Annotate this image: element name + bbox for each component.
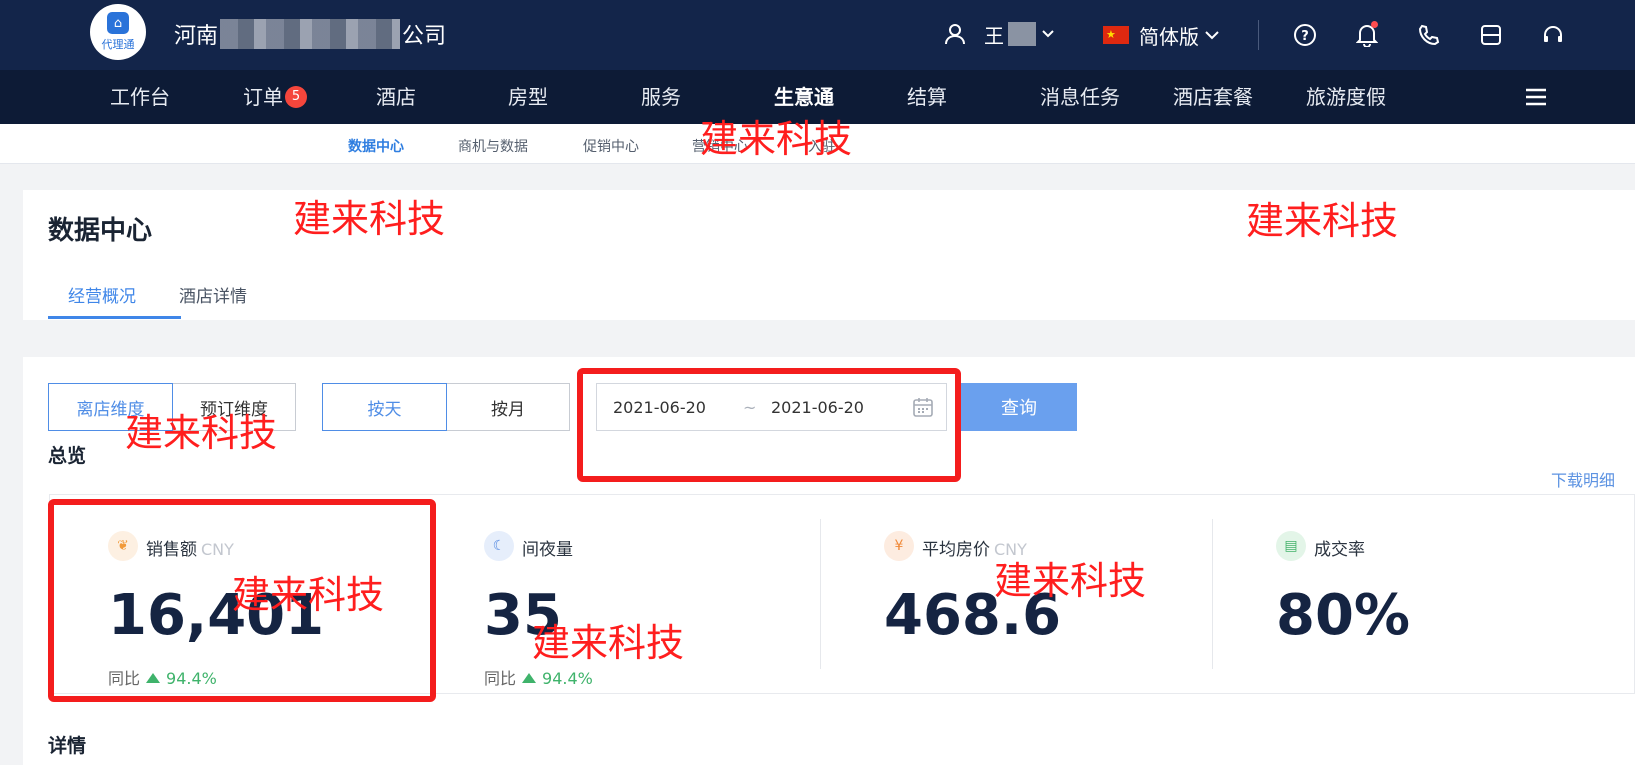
nav-item-hotel-packages[interactable]: 酒店套餐	[1173, 70, 1253, 124]
nav-label: 酒店	[376, 85, 416, 109]
document-icon: ▤	[1276, 531, 1306, 561]
app-logo[interactable]: ⌂ 代理通	[90, 4, 146, 60]
phone-button[interactable]	[1412, 18, 1446, 52]
watermark-text: 建来科技	[125, 411, 278, 455]
nav-label: 酒店套餐	[1173, 85, 1253, 109]
stat-label: 间夜量	[522, 535, 573, 560]
nav-item-service[interactable]: 服务	[641, 70, 681, 124]
layout-button[interactable]	[1474, 18, 1508, 52]
help-icon: ?	[1294, 24, 1316, 46]
company-prefix: 河南	[174, 24, 219, 49]
download-details-link[interactable]: 下载明细	[1551, 467, 1615, 491]
nav-item-hotel[interactable]: 酒店	[376, 70, 416, 124]
user-icon	[945, 24, 965, 45]
granularity-month-button[interactable]: 按月	[446, 383, 570, 431]
nav-item-vacation[interactable]: 旅游度假	[1306, 70, 1386, 124]
company-suffix: 公司	[402, 24, 447, 49]
details-heading: 详情	[48, 735, 87, 757]
header-divider	[1258, 20, 1259, 50]
granularity-day-button[interactable]: 按天	[322, 383, 447, 431]
stat-divider	[820, 519, 821, 669]
chevron-down-icon	[1205, 30, 1219, 39]
company-name: 河南 公司	[174, 18, 446, 50]
watermark-text: 建来科技	[293, 197, 446, 241]
order-count-badge: 5	[285, 86, 307, 108]
user-menu[interactable]: 王	[944, 16, 1054, 52]
stat-label-text: 成交率	[1314, 540, 1365, 560]
svg-text:?: ?	[1301, 29, 1309, 44]
nav-label: 旅游度假	[1306, 85, 1386, 109]
nav-label: 工作台	[110, 85, 170, 109]
tab-business-overview[interactable]: 经营概况	[68, 282, 136, 307]
stat-label-text: 间夜量	[522, 540, 573, 560]
nav-label: 生意通	[774, 85, 834, 109]
compare-label: 同比	[484, 669, 517, 688]
watermark-text: 建来科技	[232, 573, 385, 617]
nav-label: 结算	[907, 85, 947, 109]
watermark-text: 建来科技	[532, 621, 685, 665]
stat-value: 80%	[1276, 583, 1411, 648]
watermark-text: 建来科技	[1246, 199, 1399, 243]
watermark-text: 建来科技	[994, 559, 1147, 603]
notification-dot	[1371, 21, 1378, 28]
nav-label: 服务	[641, 85, 681, 109]
user-name-redacted	[1008, 22, 1036, 46]
chevron-down-icon	[1042, 30, 1054, 38]
subnav-item-data-center[interactable]: 数据中心	[348, 136, 404, 156]
stat-divider	[1212, 519, 1213, 669]
overview-heading: 总览	[48, 445, 87, 467]
nav-label: 房型	[508, 85, 548, 109]
nav-item-room-type[interactable]: 房型	[508, 70, 548, 124]
subnav-item-opportunity-data[interactable]: 商机与数据	[458, 136, 528, 156]
annotation-box-date	[577, 368, 961, 482]
logo-text: 代理通	[101, 38, 135, 51]
layout-icon	[1481, 25, 1501, 45]
page-title: 数据中心	[48, 216, 153, 246]
yen-coin-icon: ¥	[884, 531, 914, 561]
language-label: 简体版	[1139, 24, 1199, 49]
trend-up-icon	[522, 673, 537, 683]
help-button[interactable]: ?	[1288, 18, 1322, 52]
stat-conversion-rate: ▤ 成交率 80%	[1212, 495, 1602, 695]
moon-icon: ☾	[484, 531, 514, 561]
top-header: ⌂ 代理通 河南 公司 王 ★ 简体版 ?	[0, 0, 1635, 70]
active-tab-indicator	[48, 316, 181, 319]
subnav-item-promotion-center[interactable]: 促销中心	[583, 136, 639, 156]
language-switch[interactable]: ★ 简体版	[1103, 18, 1219, 52]
headset-icon	[1544, 26, 1562, 42]
query-button[interactable]: 查询	[961, 383, 1077, 431]
notifications-button[interactable]	[1350, 18, 1384, 52]
stat-compare: 同比 94.4%	[484, 665, 593, 689]
nav-item-message-tasks[interactable]: 消息任务	[1040, 70, 1120, 124]
stat-label-text: 平均房价	[922, 540, 990, 560]
nav-label: 订单	[243, 85, 283, 109]
china-flag-icon: ★	[1103, 26, 1129, 44]
nav-item-settlement[interactable]: 结算	[907, 70, 947, 124]
phone-icon	[1418, 24, 1440, 46]
compare-value: 94.4%	[542, 669, 593, 688]
company-name-redacted	[220, 19, 401, 49]
tab-hotel-details[interactable]: 酒店详情	[179, 282, 247, 307]
nav-item-workbench[interactable]: 工作台	[110, 70, 170, 124]
menu-icon[interactable]	[1524, 85, 1548, 109]
user-name: 王	[984, 23, 1004, 48]
logo-icon: ⌂	[107, 12, 129, 34]
nav-item-orders[interactable]: 订单 5	[243, 70, 307, 124]
support-button[interactable]	[1536, 18, 1570, 52]
watermark-text: 建来科技	[700, 117, 853, 161]
stat-label: 成交率	[1314, 535, 1365, 560]
nav-label: 消息任务	[1040, 85, 1120, 109]
